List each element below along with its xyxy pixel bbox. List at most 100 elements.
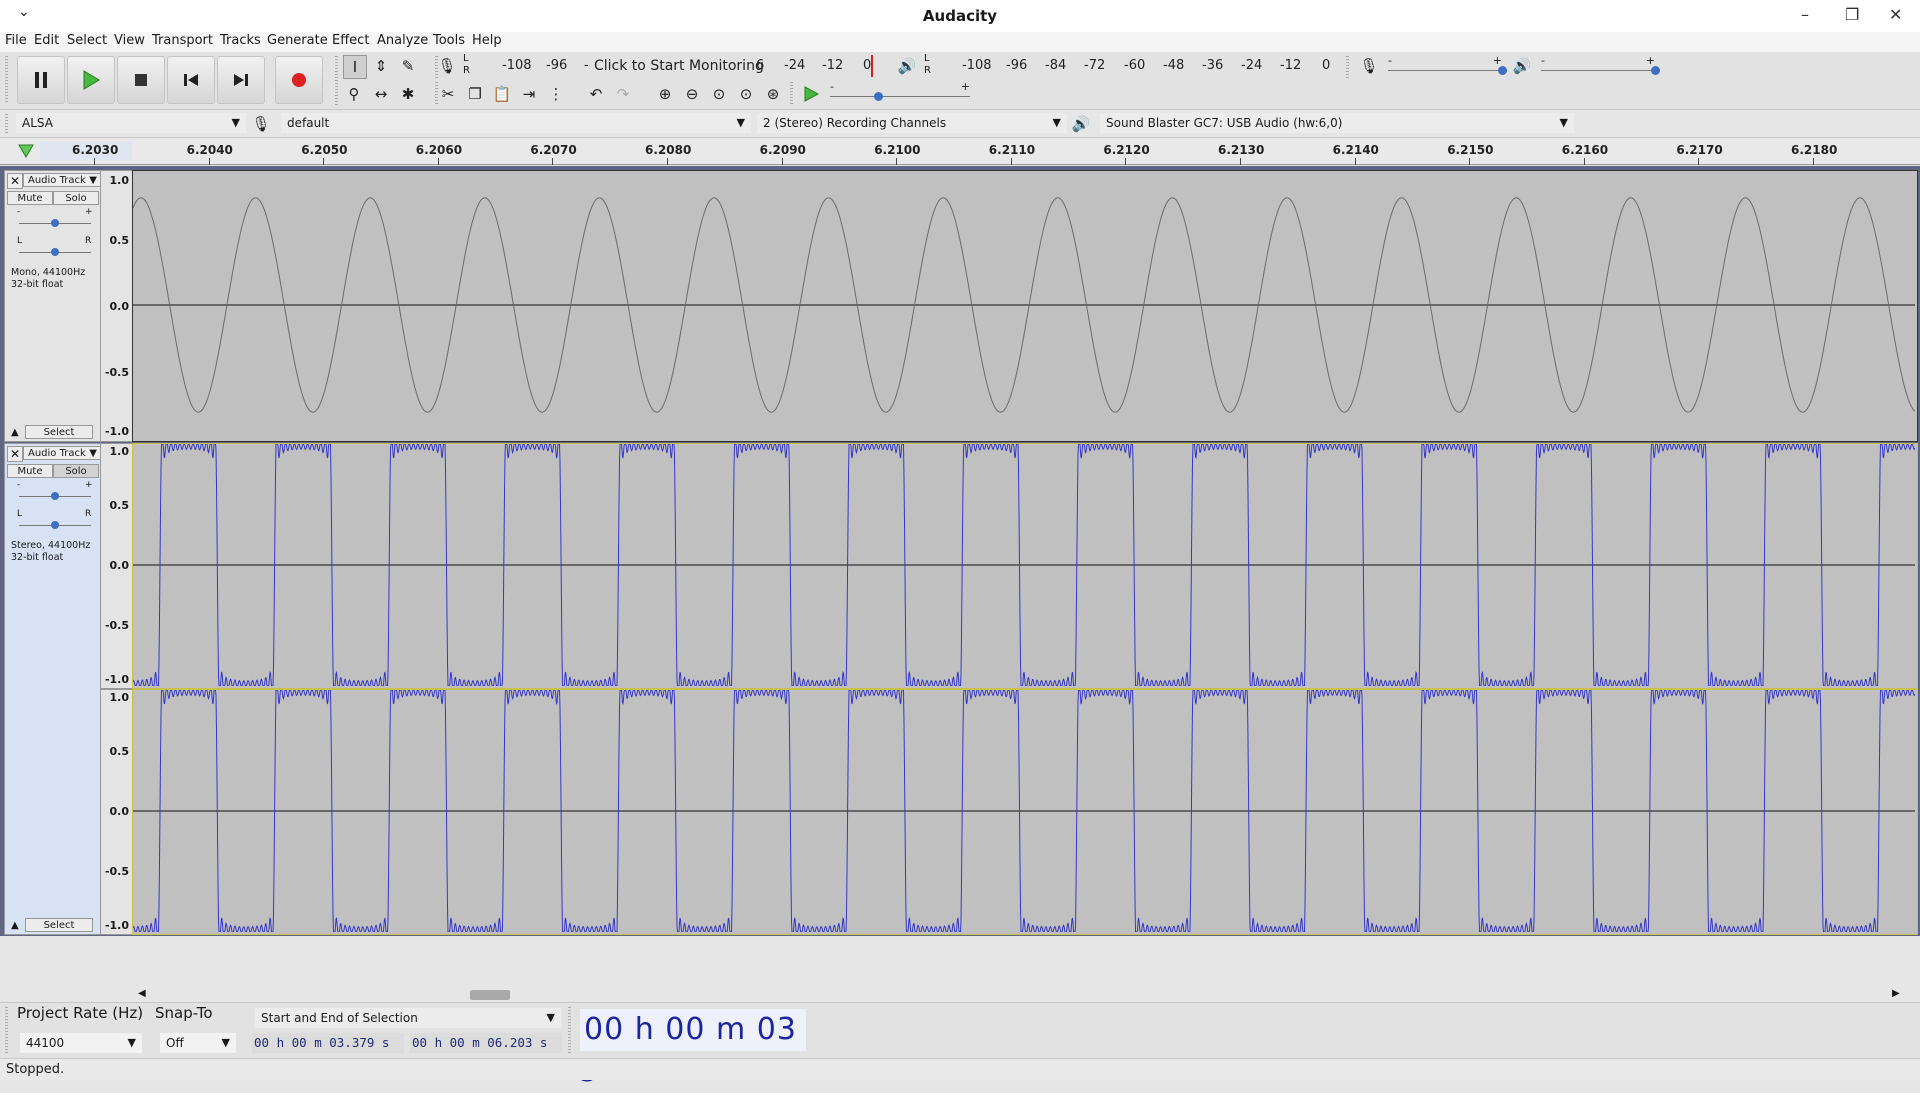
host-select[interactable]: ALSA ▼ xyxy=(16,113,246,133)
solo-button[interactable]: Solo xyxy=(53,464,99,478)
toolbar-grip[interactable] xyxy=(790,82,793,106)
microphone-icon[interactable]: 🎙 xyxy=(436,55,458,77)
playback-device-select[interactable]: Sound Blaster GC7: USB Audio (hw:6,0) ▼ xyxy=(1100,113,1574,133)
fit-selection-icon[interactable]: ⊙ xyxy=(708,83,730,105)
solo-button[interactable]: Solo xyxy=(53,191,99,205)
minimize-icon[interactable]: – xyxy=(1801,5,1809,24)
menu-tools[interactable]: Tools xyxy=(433,33,465,48)
play-speed-knob[interactable] xyxy=(873,92,883,101)
toolbar-grip[interactable] xyxy=(5,114,8,134)
play-button[interactable] xyxy=(67,56,115,104)
redo-icon[interactable]: ↷ xyxy=(612,83,634,105)
gain-slider[interactable] xyxy=(19,492,91,500)
skip-to-end-button[interactable] xyxy=(217,56,265,104)
snap-to-select[interactable]: Off ▼ xyxy=(160,1033,236,1053)
click-to-monitor-label[interactable]: Click to Start Monitoring xyxy=(594,58,764,74)
paste-icon[interactable]: 📋 xyxy=(491,83,513,105)
menu-transport[interactable]: Transport xyxy=(152,33,213,48)
close-track-icon[interactable]: ✕ xyxy=(7,446,23,462)
time-shift-tool-icon[interactable]: ↔ xyxy=(370,83,392,105)
waveform-right-channel[interactable] xyxy=(132,689,1918,935)
fit-project-icon[interactable]: ⊙ xyxy=(735,83,757,105)
amplitude-ruler[interactable]: 1.0 0.5 0.0 -0.5 -1.0 xyxy=(100,170,134,442)
select-track-button[interactable]: Select xyxy=(25,425,93,439)
recording-volume-knob[interactable] xyxy=(1498,66,1507,75)
undo-icon[interactable]: ↶ xyxy=(585,83,607,105)
scroll-thumb[interactable] xyxy=(470,990,510,1000)
close-window-icon[interactable]: ✕ xyxy=(1889,5,1902,24)
menu-analyze[interactable]: Analyze xyxy=(377,33,428,48)
trim-icon[interactable]: ⇥ xyxy=(518,83,540,105)
amplitude-ruler[interactable]: 1.0 0.5 0.0 -0.5 -1.0 xyxy=(100,689,134,935)
track-name-menu[interactable]: Audio Track ▼ xyxy=(23,173,101,187)
recording-channels-select[interactable]: 2 (Stereo) Recording Channels ▼ xyxy=(757,113,1067,133)
playback-volume-slider[interactable]: - + xyxy=(1541,54,1661,76)
project-rate-select[interactable]: 44100 ▼ xyxy=(20,1033,142,1053)
recording-device-select[interactable]: default ▼ xyxy=(281,113,751,133)
toolbar-grip[interactable] xyxy=(5,56,8,102)
play-head-icon[interactable] xyxy=(18,144,34,158)
record-button[interactable] xyxy=(275,56,323,104)
envelope-tool-icon[interactable]: ⇕ xyxy=(370,55,392,77)
selection-end-time[interactable]: 00 h 00 m 06.203 s xyxy=(410,1033,562,1053)
draw-tool-icon[interactable]: ✎ xyxy=(397,55,419,77)
toolbar-grip[interactable] xyxy=(335,56,338,106)
collapse-track-icon[interactable]: ▲ xyxy=(11,427,19,438)
zoom-in-icon[interactable]: ⊕ xyxy=(654,83,676,105)
menu-help[interactable]: Help xyxy=(472,33,502,48)
waveform-left-channel[interactable] xyxy=(132,443,1918,689)
pan-knob[interactable] xyxy=(51,248,59,256)
multi-tool-icon[interactable]: ✱ xyxy=(397,83,419,105)
scroll-left-icon[interactable]: ◀ xyxy=(138,988,146,999)
pan-slider[interactable] xyxy=(19,521,91,529)
toolbar-grip[interactable] xyxy=(568,1007,571,1053)
pan-slider[interactable] xyxy=(19,248,91,256)
collapse-track-icon[interactable]: ▲ xyxy=(11,920,19,931)
selection-format-select[interactable]: Start and End of Selection ▼ xyxy=(255,1008,561,1028)
timeline-ruler[interactable]: 6.2030 6.2040 6.2050 6.2060 6.2070 6.2080 6.20… xyxy=(0,138,1920,165)
close-track-icon[interactable]: ✕ xyxy=(7,173,23,189)
stop-button[interactable] xyxy=(117,56,165,104)
amplitude-ruler[interactable]: 1.0 0.5 0.0 -0.5 -1.0 xyxy=(100,443,134,689)
pan-knob[interactable] xyxy=(51,521,59,529)
menu-effect[interactable]: Effect xyxy=(332,33,369,48)
copy-icon[interactable]: ❐ xyxy=(464,83,486,105)
audio-position-display[interactable]: 00 h 00 m 03 s xyxy=(580,1009,806,1089)
toolbar-grip[interactable] xyxy=(1346,56,1349,78)
menu-tracks[interactable]: Tracks xyxy=(220,33,261,48)
playback-volume-knob[interactable] xyxy=(1651,66,1660,75)
menu-view[interactable]: View xyxy=(114,33,145,48)
selection-tool-icon[interactable]: I xyxy=(343,55,367,79)
gain-knob[interactable] xyxy=(51,219,59,227)
zoom-toggle-icon[interactable]: ⊛ xyxy=(762,83,784,105)
horizontal-scrollbar[interactable]: ◀ ▶ xyxy=(0,988,1920,1002)
speaker-icon[interactable]: 🔊 xyxy=(896,55,918,77)
menu-edit[interactable]: Edit xyxy=(34,33,59,48)
zoom-out-icon[interactable]: ⊖ xyxy=(681,83,703,105)
toolbar-grip[interactable] xyxy=(5,1007,8,1053)
track-name-menu[interactable]: Audio Track ▼ xyxy=(23,446,101,460)
play-speed-slider[interactable]: - + xyxy=(830,80,970,102)
menu-generate[interactable]: Generate xyxy=(267,33,328,48)
silence-icon[interactable]: ⋮ xyxy=(545,83,567,105)
select-track-button[interactable]: Select xyxy=(25,918,93,932)
mute-button[interactable]: Mute xyxy=(7,191,53,205)
cut-icon[interactable]: ✂ xyxy=(437,83,459,105)
zoom-tool-icon[interactable]: ⚲ xyxy=(343,83,365,105)
gain-slider[interactable] xyxy=(19,219,91,227)
track-control-panel[interactable]: ✕ Audio Track ▼ Mute Solo - + L R Stereo,… xyxy=(4,443,102,935)
selection-start-time[interactable]: 00 h 00 m 03.379 s xyxy=(252,1033,404,1053)
scroll-right-icon[interactable]: ▶ xyxy=(1892,988,1900,999)
mute-button[interactable]: Mute xyxy=(7,464,53,478)
record-meter[interactable]: -108 -96 - Click to Start Monitoring 6 -… xyxy=(474,55,874,77)
menu-file[interactable]: File xyxy=(5,33,27,48)
recording-volume-slider[interactable]: - + xyxy=(1388,54,1508,76)
track-control-panel[interactable]: ✕ Audio Track ▼ Mute Solo - + L R Mono, 4… xyxy=(4,170,102,442)
playback-meter[interactable]: -108 -96 -84 -72 -60 -48 -36 -24 -12 0 xyxy=(938,55,1338,77)
skip-to-start-button[interactable] xyxy=(167,56,215,104)
pause-button[interactable] xyxy=(17,56,65,104)
restore-icon[interactable]: ❐ xyxy=(1845,5,1859,24)
play-at-speed-button[interactable] xyxy=(800,83,822,105)
menu-select[interactable]: Select xyxy=(67,33,107,48)
gain-knob[interactable] xyxy=(51,492,59,500)
